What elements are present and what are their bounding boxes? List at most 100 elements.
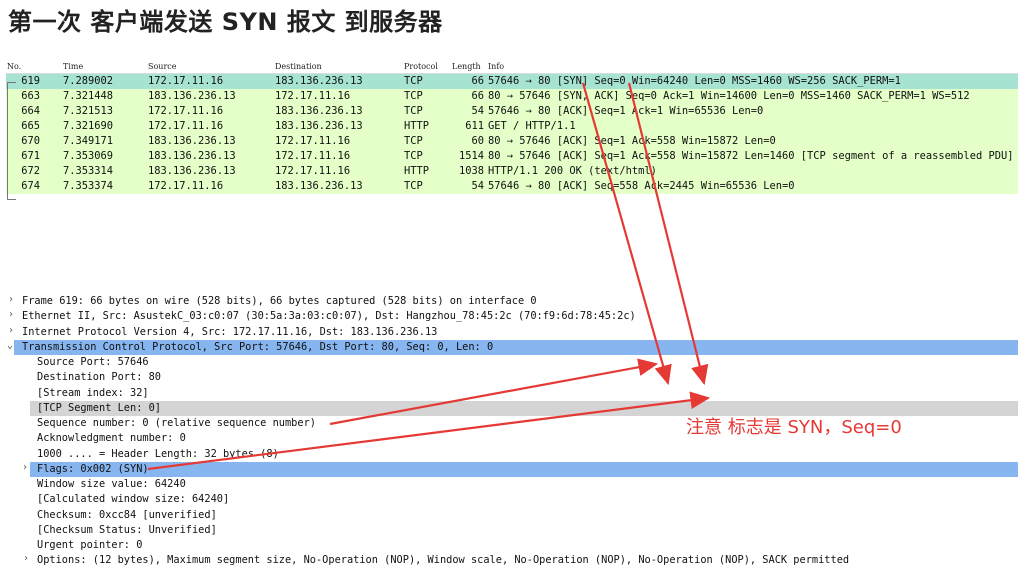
packet-cell-dst: 183.136.236.13 [275,180,363,192]
packet-cell-proto: HTTP [404,120,430,132]
packet-cell-src: 172.17.11.16 [148,75,224,87]
detail-row[interactable]: Window size value: 64240 [0,477,1018,492]
page-title: 第一次 客户端发送 SYN 报文 到服务器 [8,8,443,36]
column-header-length[interactable]: Length [452,62,481,71]
packet-cell-dst: 183.136.236.13 [275,120,363,132]
detail-row[interactable]: › Flags: 0x002 (SYN) [22,461,1018,477]
packet-cell-dst: 172.17.11.16 [275,165,351,177]
packet-cell-info: 57646 → 80 [ACK] Seq=1 Ack=1 Win=65536 L… [488,105,764,117]
packet-cell-len: 66 [471,90,484,102]
detail-text: 1000 .... = Header Length: 32 bytes (8) [37,447,279,460]
detail-text: [Calculated window size: 64240] [37,493,230,506]
chevron-right-icon[interactable]: › [22,462,28,473]
detail-row[interactable]: › Internet Protocol Version 4, Src: 172.1… [0,325,1018,340]
detail-row[interactable]: [Checksum Status: Unverified] [0,523,1018,538]
detail-row[interactable]: › Ethernet II, Src: AsustekC_03:c0:07 (30… [0,309,1018,324]
packet-row[interactable]: 663 7.321448 183.136.236.13 172.17.11.16 TCP… [6,89,1018,104]
packet-cell-proto: TCP [404,135,423,147]
packet-cell-src: 183.136.236.13 [148,165,236,177]
detail-row[interactable]: Destination Port: 80 [0,370,1018,385]
detail-row[interactable]: › Options: (12 bytes), Maximum segment si… [0,553,1018,568]
packet-cell-len: 1038 [458,165,484,177]
column-header-destination[interactable]: Destination [275,62,322,71]
packet-cell-time: 7.289002 [63,75,114,87]
packet-cell-src: 183.136.236.13 [148,90,236,102]
packet-cell-time: 7.353374 [63,180,114,192]
detail-text: Destination Port: 80 [37,371,161,384]
packet-cell-dst: 172.17.11.16 [275,135,351,147]
packet-cell-proto: TCP [404,150,423,162]
detail-row[interactable]: [Calculated window size: 64240] [0,492,1018,507]
packet-row[interactable]: 674 7.353374 172.17.11.16 183.136.236.13 TCP… [6,179,1018,194]
packet-list-header: No. Time Source Destination Protocol Len… [6,60,1018,74]
packet-cell-info: 80 → 57646 [ACK] Seq=1 Ack=558 Win=15872… [488,135,776,147]
column-header-source[interactable]: Source [148,62,177,71]
packet-cell-info: GET / HTTP/1.1 [488,120,576,132]
packet-cell-time: 7.321448 [63,90,114,102]
detail-text: Sequence number: 0 (relative sequence nu… [37,417,316,429]
chevron-right-icon[interactable]: › [8,325,14,336]
detail-text: Window size value: 64240 [37,478,186,490]
packet-cell-src: 172.17.11.16 [148,105,224,117]
packet-cell-dst: 183.136.236.13 [275,105,363,117]
packet-row[interactable]: 665 7.321690 172.17.11.16 183.136.236.13 HTT… [6,119,1018,134]
detail-text: Acknowledgment number: 0 [37,432,186,445]
packet-row[interactable]: 672 7.353314 183.136.236.13 172.17.11.16 HTT… [6,164,1018,179]
column-header-info[interactable]: Info [488,62,504,71]
detail-text: [Checksum Status: Unverified] [37,523,217,536]
detail-text: Options: (12 bytes), Maximum segment siz… [37,554,850,567]
chevron-down-icon[interactable]: ⌄ [7,340,13,351]
packet-cell-src: 183.136.236.13 [148,150,236,162]
detail-text: Checksum: 0xcc84 [unverified] [37,508,217,521]
packet-cell-len: 1514 [458,150,484,162]
packet-cell-time: 7.321513 [63,105,114,117]
packet-row[interactable]: 619 7.289002 172.17.11.16 183.136.236.13 TCP… [6,74,1018,89]
packet-cell-len: 54 [471,105,484,117]
detail-text: Ethernet II, Src: AsustekC_03:c0:07 (30:… [22,310,636,323]
detail-text: Urgent pointer: 0 [37,539,143,551]
detail-row[interactable]: Source Port: 57646 [0,355,1018,370]
packet-cell-len: 60 [471,135,484,147]
packet-cell-info: HTTP/1.1 200 OK (text/html) [488,165,657,177]
detail-text: [TCP Segment Len: 0] [37,401,161,414]
annotation-note: 注意 标志是 SYN，Seq=0 [686,417,902,438]
packet-cell-dst: 172.17.11.16 [275,150,351,162]
packet-row[interactable]: 664 7.321513 172.17.11.16 183.136.236.13 TCP… [6,104,1018,119]
detail-text: Source Port: 57646 [37,356,149,368]
packet-row[interactable]: 670 7.349171 183.136.236.13 172.17.11.16 TCP… [6,134,1018,149]
detail-row[interactable]: › Frame 619: 66 bytes on wire (528 bits),… [0,294,1018,309]
detail-row[interactable]: 1000 .... = Header Length: 32 bytes (8) [0,447,1018,462]
packet-cell-time: 7.321690 [63,120,114,132]
packet-cell-info: 57646 → 80 [SYN] Seq=0 Win=64240 Len=0 M… [488,75,901,87]
conversation-bracket [7,82,16,200]
packet-list: No. Time Source Destination Protocol Len… [6,60,1018,194]
packet-cell-info: 80 → 57646 [SYN, ACK] Seq=0 Ack=1 Win=14… [488,90,970,102]
chevron-right-icon[interactable]: › [8,309,14,320]
packet-cell-time: 7.353069 [63,150,114,162]
column-header-protocol[interactable]: Protocol [404,62,438,71]
packet-row[interactable]: 671 7.353069 183.136.236.13 172.17.11.16 TCP… [6,149,1018,164]
packet-cell-proto: HTTP [404,165,430,177]
detail-text: Internet Protocol Version 4, Src: 172.17… [22,325,438,338]
detail-row[interactable]: ⌄ Transmission Control Protocol, Src Port… [7,339,1018,355]
packet-cell-proto: TCP [404,105,423,117]
detail-text: [Stream index: 32] [37,386,149,399]
packet-cell-proto: TCP [404,180,423,192]
column-header-time[interactable]: Time [63,62,83,71]
packet-cell-info: 80 → 57646 [ACK] Seq=1 Ack=558 Win=15872… [488,150,1014,162]
column-header-no[interactable]: No. [7,62,21,71]
chevron-right-icon[interactable]: › [23,553,29,564]
chevron-right-icon[interactable]: › [8,294,14,305]
detail-row[interactable]: Checksum: 0xcc84 [unverified] [0,508,1018,523]
packet-cell-dst: 183.136.236.13 [275,75,363,87]
packet-cell-time: 7.349171 [63,135,114,147]
packet-cell-time: 7.353314 [63,165,114,177]
packet-cell-len: 66 [471,75,484,87]
detail-row[interactable]: Urgent pointer: 0 [0,538,1018,553]
packet-cell-len: 611 [465,120,484,132]
packet-cell-src: 172.17.11.16 [148,120,224,132]
packet-cell-src: 183.136.236.13 [148,135,236,147]
detail-text: Frame 619: 66 bytes on wire (528 bits), … [22,295,537,307]
detail-row[interactable]: [Stream index: 32] [0,386,1018,401]
packet-cell-info: 57646 → 80 [ACK] Seq=558 Ack=2445 Win=65… [488,180,795,192]
